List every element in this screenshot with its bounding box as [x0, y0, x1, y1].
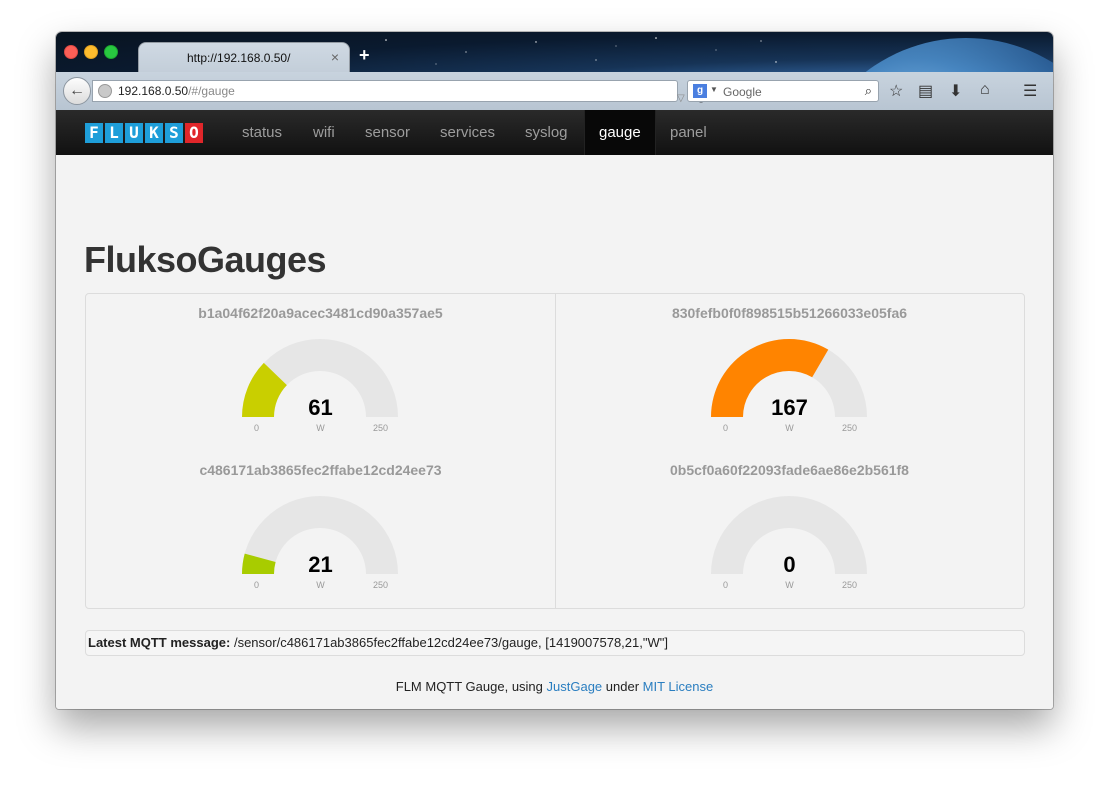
mqtt-label: Latest MQTT message:: [88, 635, 231, 650]
close-window-button[interactable]: [64, 45, 78, 59]
app-navbar: F L U K S O status wifi sensor services …: [56, 110, 1053, 156]
main-content: FluksoGauges b1a04f62f20a9acec3481cd90a3…: [56, 155, 1053, 709]
gauge-value: 167: [771, 395, 808, 420]
back-button[interactable]: ←: [63, 77, 91, 105]
download-icon[interactable]: ⬇: [949, 81, 962, 101]
gauge-title: b1a04f62f20a9acec3481cd90a357ae5: [198, 305, 443, 321]
gauge-card: 0b5cf0a60f22093fade6ae86e2b561f8 0 0 W 2…: [555, 451, 1024, 608]
gauge-value: 0: [783, 552, 796, 577]
gauge-max: 250: [373, 580, 389, 590]
back-icon: ←: [69, 82, 85, 99]
browser-window: http://192.168.0.50/ × + ← 192.168.0.50/…: [56, 32, 1053, 709]
gauge-max: 250: [842, 580, 858, 590]
logo-letter: O: [185, 123, 203, 143]
url-dropdown-icon[interactable]: ▽: [677, 93, 685, 104]
gauge-unit: W: [785, 423, 794, 433]
gauge-card: c486171ab3865fec2ffabe12cd24ee73 21 0 W …: [86, 451, 555, 608]
bookmark-star-icon[interactable]: ☆: [889, 81, 903, 101]
globe-icon: [98, 84, 112, 98]
navigation-toolbar: ← 192.168.0.50/#/gauge ▽ ↻ g ▼ Google ⌕: [56, 72, 1053, 111]
gauge-unit: W: [785, 580, 794, 590]
nav-wifi[interactable]: wifi: [313, 110, 335, 155]
gauge-value: 61: [308, 395, 333, 420]
nav-gauge[interactable]: gauge: [584, 110, 656, 155]
nav-syslog[interactable]: syslog: [525, 110, 568, 155]
home-icon[interactable]: ⌂: [980, 81, 990, 99]
nav-panel[interactable]: panel: [670, 110, 707, 155]
footer-text: FLM MQTT Gauge, using: [395, 679, 547, 694]
logo-letter: F: [85, 123, 103, 143]
search-engine-dropdown-icon[interactable]: ▼: [710, 85, 718, 94]
reading-list-icon[interactable]: ▤: [918, 81, 933, 101]
tab-title: http://192.168.0.50/: [187, 51, 291, 65]
footer-text: under: [602, 679, 643, 694]
search-bar[interactable]: g ▼ Google ⌕: [687, 80, 879, 102]
url-path: /#/gauge: [188, 84, 235, 98]
gauge-card: 830fefb0f0f898515b51266033e05fa6 167 0 W…: [555, 294, 1024, 451]
gauge-unit: W: [316, 423, 325, 433]
nav-sensor[interactable]: sensor: [365, 110, 410, 155]
url-text[interactable]: 192.168.0.50/#/gauge: [118, 84, 235, 98]
logo-letter: U: [125, 123, 143, 143]
minimize-window-button[interactable]: [84, 45, 98, 59]
page-title: FluksoGauges: [84, 239, 327, 280]
nav-services[interactable]: services: [440, 110, 495, 155]
nav-status[interactable]: status: [242, 110, 282, 155]
gauge-title: 0b5cf0a60f22093fade6ae86e2b561f8: [670, 462, 909, 478]
gauge-value: 21: [308, 552, 333, 577]
gauge-card: b1a04f62f20a9acec3481cd90a357ae5 61 0 W …: [86, 294, 555, 451]
mqtt-message-panel: Latest MQTT message: /sensor/c486171ab38…: [85, 630, 1025, 656]
gauge-unit: W: [316, 580, 325, 590]
mit-license-link[interactable]: MIT License: [643, 679, 714, 694]
tab-strip: http://192.168.0.50/ × +: [56, 32, 1053, 72]
url-host: 192.168.0.50: [118, 84, 189, 98]
url-bar[interactable]: 192.168.0.50/#/gauge ▽ ↻: [92, 80, 707, 106]
gauge-title: 830fefb0f0f898515b51266033e05fa6: [671, 305, 908, 321]
logo-letter: S: [165, 123, 183, 143]
justgage-link[interactable]: JustGage: [547, 679, 603, 694]
logo-letter: L: [105, 123, 123, 143]
gauge-title: c486171ab3865fec2ffabe12cd24ee73: [199, 462, 442, 478]
google-icon[interactable]: g: [693, 84, 707, 98]
menu-icon[interactable]: ☰: [1023, 81, 1037, 101]
tab-close-icon[interactable]: ×: [331, 49, 339, 65]
gauge-max: 250: [842, 423, 858, 433]
browser-tab[interactable]: http://192.168.0.50/ ×: [138, 42, 350, 72]
search-icon[interactable]: ⌕: [865, 83, 872, 99]
mqtt-message: /sensor/c486171ab3865fec2ffabe12cd24ee73…: [233, 635, 668, 650]
gauge-max: 250: [373, 423, 389, 433]
logo-letter: K: [145, 123, 163, 143]
zoom-window-button[interactable]: [104, 45, 118, 59]
search-placeholder: Google: [723, 85, 762, 99]
flukso-logo[interactable]: F L U K S O: [85, 123, 205, 143]
gauge-grid: b1a04f62f20a9acec3481cd90a357ae5 61 0 W …: [85, 293, 1025, 609]
new-tab-button[interactable]: +: [359, 46, 370, 64]
footer: FLM MQTT Gauge, using JustGage under MIT…: [56, 679, 1053, 694]
